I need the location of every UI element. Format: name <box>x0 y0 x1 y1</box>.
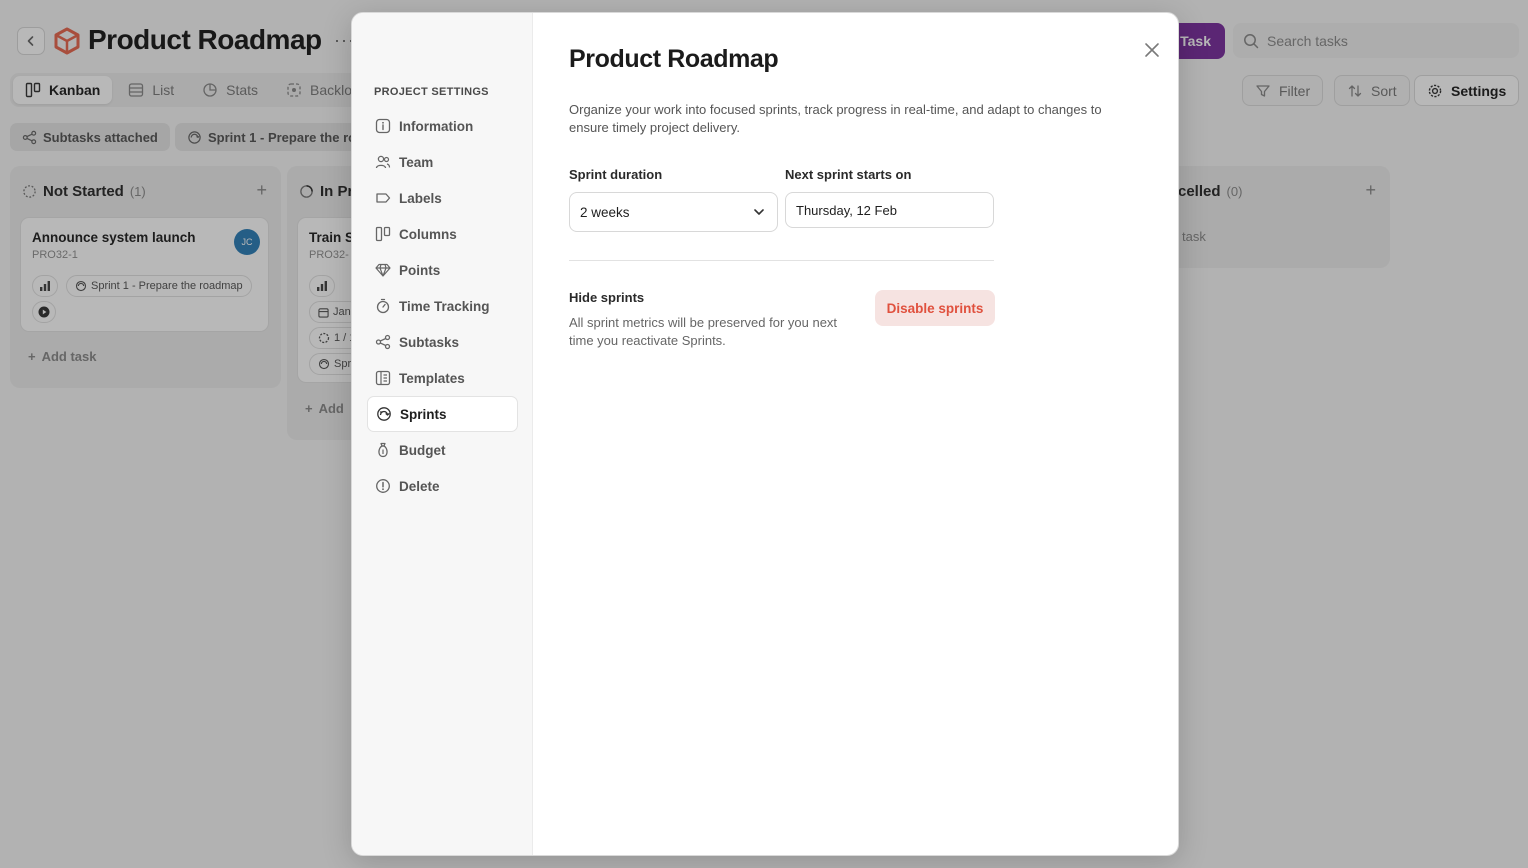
subtasks-icon <box>375 334 391 350</box>
sidebar-item-label: Columns <box>399 226 457 242</box>
sidebar-item-label: Delete <box>399 478 440 494</box>
alert-circle-icon <box>376 479 390 493</box>
team-icon <box>375 155 391 169</box>
sprint-icon <box>377 407 391 421</box>
sidebar-item-label: Templates <box>399 370 465 386</box>
close-icon <box>1145 43 1159 57</box>
sidebar-item-label: Subtasks <box>399 334 460 350</box>
sidebar-item-labels[interactable]: Labels <box>367 180 518 216</box>
sidebar-item-templates[interactable]: Templates <box>367 360 518 396</box>
chevron-down-icon <box>754 209 764 215</box>
label-icon <box>376 193 391 203</box>
sidebar-item-label: Labels <box>399 190 442 206</box>
disable-sprints-button[interactable]: Disable sprints <box>875 290 995 326</box>
sidebar-item-label: Points <box>399 262 441 278</box>
sidebar-item-subtasks[interactable]: Subtasks <box>367 324 518 360</box>
sidebar-item-columns[interactable]: Columns <box>367 216 518 252</box>
sidebar-item-label: Budget <box>399 442 446 458</box>
sidebar-item-time-tracking[interactable]: Time Tracking <box>367 288 518 324</box>
section-divider <box>569 260 994 261</box>
sidebar-item-label: Team <box>399 154 434 170</box>
sprint-duration-label: Sprint duration <box>569 167 663 182</box>
sidebar-item-budget[interactable]: Budget <box>367 432 518 468</box>
sidebar-item-information[interactable]: Information <box>367 108 518 144</box>
sprint-duration-value: 2 weeks <box>580 204 630 220</box>
settings-description: Organize your work into focused sprints,… <box>569 102 1102 135</box>
settings-title: Product Roadmap <box>569 45 779 73</box>
next-sprint-date-value: Thursday, 12 Feb <box>796 202 897 218</box>
next-sprint-label: Next sprint starts on <box>785 167 912 182</box>
sidebar-item-delete[interactable]: Delete <box>367 468 518 504</box>
sidebar-list: Information Team Labels Columns Points T… <box>367 108 518 504</box>
next-sprint-date-field[interactable]: Thursday, 12 Feb <box>785 192 994 228</box>
settings-sidebar: PROJECT SETTINGS Information Team Labels… <box>352 13 533 855</box>
sprint-duration-select[interactable]: 2 weeks <box>569 192 778 232</box>
diamond-icon <box>375 263 391 277</box>
sidebar-item-label: Information <box>399 118 474 134</box>
stopwatch-icon <box>376 298 390 314</box>
templates-icon <box>375 370 391 386</box>
sidebar-item-label: Time Tracking <box>399 298 490 314</box>
sidebar-item-label: Sprints <box>400 406 447 422</box>
hide-sprints-title: Hide sprints <box>569 290 645 305</box>
info-icon <box>375 118 391 134</box>
close-button[interactable] <box>1143 41 1161 59</box>
columns-icon <box>375 226 391 242</box>
money-bag-icon <box>378 442 388 458</box>
hide-sprints-description: All sprint metrics will be preserved for… <box>569 315 838 348</box>
sidebar-item-points[interactable]: Points <box>367 252 518 288</box>
sidebar-heading: PROJECT SETTINGS <box>374 86 489 98</box>
sidebar-item-team[interactable]: Team <box>367 144 518 180</box>
sidebar-item-sprints[interactable]: Sprints <box>367 396 518 432</box>
settings-content: Product Roadmap Organize your work into … <box>533 13 1178 855</box>
project-settings-modal: PROJECT SETTINGS Information Team Labels… <box>351 12 1179 856</box>
